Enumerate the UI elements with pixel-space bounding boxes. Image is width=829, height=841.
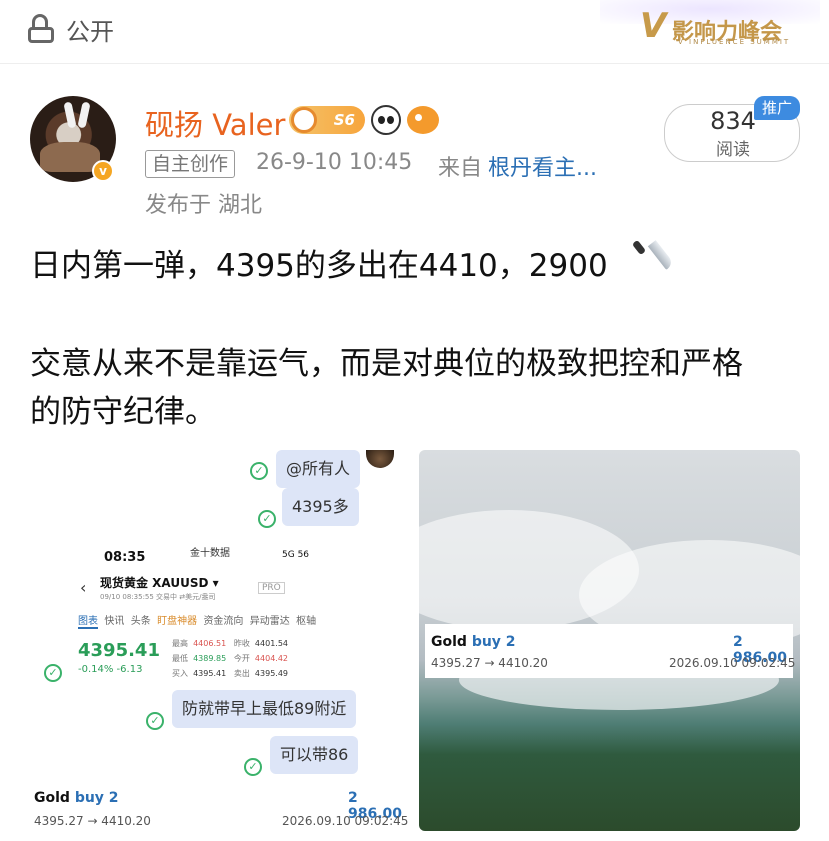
read-check-icon: ✓ xyxy=(250,462,268,480)
user-badges: S6 xyxy=(289,104,439,136)
trade-datetime: 2026.09.10 09:02:45 xyxy=(669,656,796,670)
read-check-icon: ✓ xyxy=(258,510,276,528)
original-content-tag: 自主创作 xyxy=(145,150,236,178)
quote-price: 4395.41 xyxy=(78,640,160,661)
signal-status: 5G 56 xyxy=(282,550,310,560)
chat-bubble: 4395多 xyxy=(282,488,359,526)
quote-change: -0.14% -6.13 xyxy=(78,664,143,675)
level-badge-icon[interactable]: S6 xyxy=(289,106,365,134)
post-image-landscape[interactable]: Gold buy 2 2 986.00 4395.27 → 4410.20 20… xyxy=(419,450,800,831)
lock-open-icon[interactable] xyxy=(28,14,54,43)
verified-badge-icon: v xyxy=(92,160,114,182)
quote-stats: 最高 4406.51 昨收 4401.54 最低 4389.85 今开 4404… xyxy=(172,639,289,678)
trade-symbol: Gold buy 2 xyxy=(34,790,119,806)
chat-bubble: 防就带早上最低89附近 xyxy=(172,690,357,728)
read-check-icon: ✓ xyxy=(244,758,262,776)
panda-badge-icon[interactable] xyxy=(371,105,401,135)
influence-summit-logo: V 影响力峰会 V INFLUENCE SUMMIT xyxy=(600,0,820,52)
chat-avatar xyxy=(366,450,394,468)
read-label: 阅读 xyxy=(716,140,750,160)
trade-card: Gold buy 2 2 986.00 4395.27 → 4410.20 20… xyxy=(425,624,796,678)
quote-screenshot: 08:35 金十数据 5G 56 ‹ 现货黄金 XAUUSD ▾ 09/10 0… xyxy=(66,532,362,692)
post-text-line: 的防守纪律。 xyxy=(30,394,216,430)
read-check-icon: ✓ xyxy=(44,664,62,682)
pro-badge: PRO xyxy=(258,582,285,594)
from-label: 来自 xyxy=(438,156,483,181)
quote-tabs: 图表 快讯 头条 盯盘神器 资金流向 异动雷达 枢轴 xyxy=(78,616,317,629)
post-time: 26-9-10 10:45 xyxy=(256,150,413,175)
post-image-chat-screenshot[interactable]: ✓ @所有人 ✓ 4395多 08:35 金十数据 5G 56 ‹ 现货黄金 X… xyxy=(30,450,411,835)
chat-bubble: 可以带86 xyxy=(270,736,359,774)
instrument-sub: 09/10 08:35:55 交易中 ⇄美元/盎司 xyxy=(100,593,216,601)
post-location: 发布于 湖北 xyxy=(145,193,262,218)
back-arrow-icon: ‹ xyxy=(80,578,87,597)
post-text-line: 交意从来不是靠运气，而是对典位的极致把控和严格 xyxy=(30,346,743,382)
promote-badge[interactable]: 推广 xyxy=(754,96,800,120)
from-source-link[interactable]: 根丹看主... xyxy=(488,150,597,182)
chat-bubble: @所有人 xyxy=(276,450,361,488)
trade-datetime: 2026.09.10 09:02:45 xyxy=(282,814,409,828)
knife-icon xyxy=(631,238,675,280)
trade-range: 4395.27 → 4410.20 xyxy=(431,656,548,670)
fish-badge-icon[interactable] xyxy=(407,106,439,134)
visibility-label[interactable]: 公开 xyxy=(66,12,114,47)
post-text-line: 日内第一弹，4395的多出在4410，2900 xyxy=(30,248,608,284)
instrument-name: 现货黄金 XAUUSD ▾ xyxy=(100,576,219,590)
top-bar: 公开 V 影响力峰会 V INFLUENCE SUMMIT xyxy=(0,0,829,64)
trade-symbol: Gold buy 2 xyxy=(431,634,516,650)
author-name[interactable]: 砚扬 Valer xyxy=(145,102,285,144)
read-check-icon: ✓ xyxy=(146,712,164,730)
trade-range: 4395.27 → 4410.20 xyxy=(34,814,151,828)
app-name: 金十数据 xyxy=(190,548,230,559)
